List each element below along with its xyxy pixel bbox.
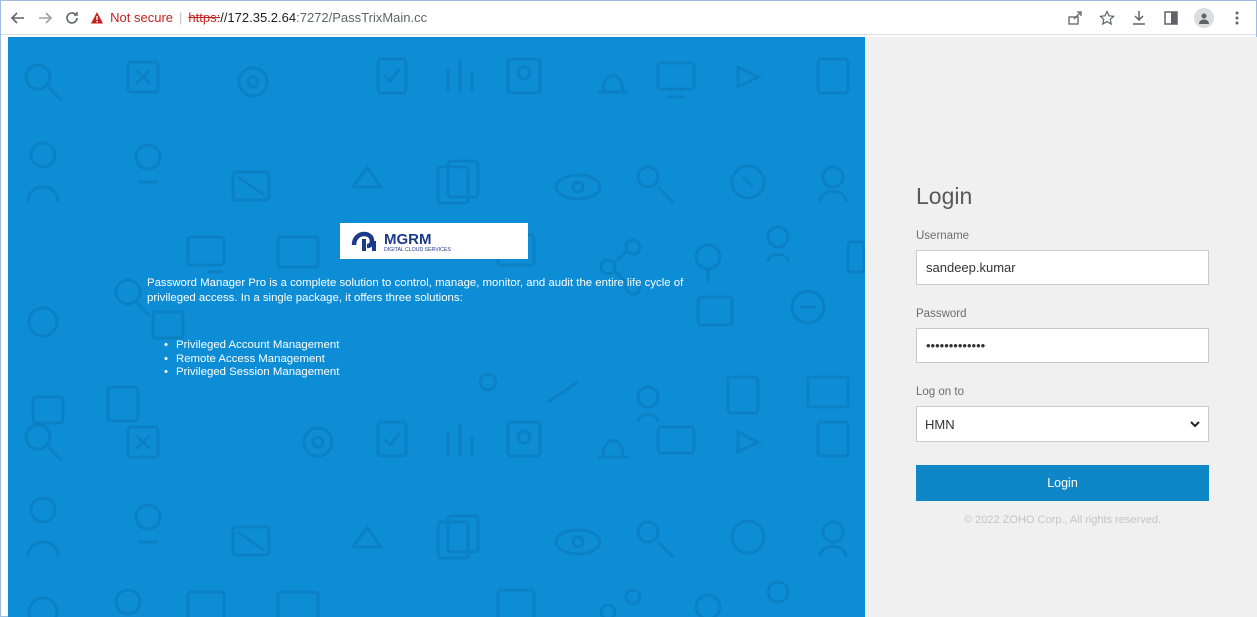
side-panel-icon[interactable] [1162, 9, 1180, 27]
login-panel: Login Username Password Log on to HMN Lo… [865, 37, 1257, 617]
login-button[interactable]: Login [916, 465, 1209, 501]
copyright-text: © 2022 ZOHO Corp., All rights reserved. [963, 514, 1161, 526]
warning-icon [91, 11, 104, 23]
feature-item: Remote Access Management [164, 353, 339, 367]
login-title: Login [916, 183, 973, 209]
star-icon[interactable] [1098, 9, 1116, 27]
forward-arrow-icon[interactable] [34, 7, 55, 29]
feature-item: Privileged Session Management [164, 366, 339, 380]
url-separator: | [179, 10, 183, 25]
feature-list: Privileged Account Management Remote Acc… [164, 339, 339, 380]
profile-icon[interactable] [1194, 7, 1214, 28]
logon-label: Log on to [916, 386, 964, 398]
hero-panel: MGRM DIGITAL CLOUD SERVICES Password Man… [8, 37, 865, 617]
svg-text:DIGITAL CLOUD SERVICES: DIGITAL CLOUD SERVICES [384, 247, 451, 253]
background-pattern [24, 57, 865, 617]
address-bar[interactable]: Not secure | https: //172.35.2.64 :7272/… [90, 5, 1066, 31]
logon-domain-select[interactable]: HMN [916, 406, 1209, 442]
browser-toolbar: Not secure | https: //172.35.2.64 :7272/… [1, 1, 1256, 35]
password-label: Password [916, 308, 967, 320]
reload-icon[interactable] [61, 7, 82, 29]
svg-text:MGRM: MGRM [384, 231, 432, 248]
logon-domain-value: HMN [925, 416, 955, 432]
url-path: :7272/PassTrixMain.cc [296, 10, 428, 25]
url-host: //172.35.2.64 [220, 10, 297, 25]
product-description: Password Manager Pro is a complete solut… [147, 277, 684, 304]
back-arrow-icon[interactable] [7, 7, 28, 29]
download-icon[interactable] [1130, 9, 1148, 27]
company-logo: MGRM DIGITAL CLOUD SERVICES [340, 223, 528, 259]
feature-item: Privileged Account Management [164, 339, 339, 353]
username-input[interactable] [916, 250, 1209, 285]
password-input[interactable] [916, 328, 1209, 363]
not-secure-label[interactable]: Not secure [110, 10, 173, 25]
share-icon[interactable] [1066, 9, 1084, 27]
username-label: Username [916, 230, 970, 242]
chevron-down-icon [1190, 421, 1200, 428]
url-scheme: https: [188, 10, 221, 25]
kebab-menu-icon[interactable] [1228, 9, 1246, 27]
mgrm-logo-icon: MGRM DIGITAL CLOUD SERVICES [351, 231, 451, 253]
